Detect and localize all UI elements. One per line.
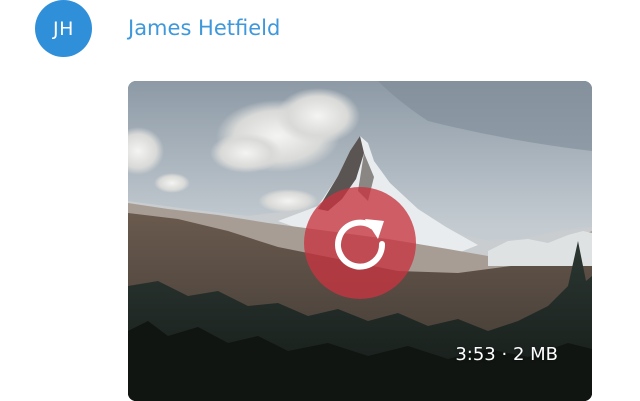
video-size: 2 MB [512, 344, 558, 365]
meta-separator: · [501, 344, 508, 365]
author-name[interactable]: James Hetfield [128, 14, 280, 42]
avatar-initials: JH [53, 17, 74, 40]
video-duration: 3:53 [455, 344, 496, 365]
avatar[interactable]: JH [35, 0, 92, 57]
video-attachment[interactable]: 3:53 · 2 MB [128, 81, 592, 401]
video-meta: 3:53 · 2 MB [455, 344, 558, 365]
retry-button[interactable] [304, 187, 416, 299]
chat-message: JH James Hetfield 3:53 · 2 MB [0, 0, 640, 401]
reload-icon [335, 219, 386, 270]
